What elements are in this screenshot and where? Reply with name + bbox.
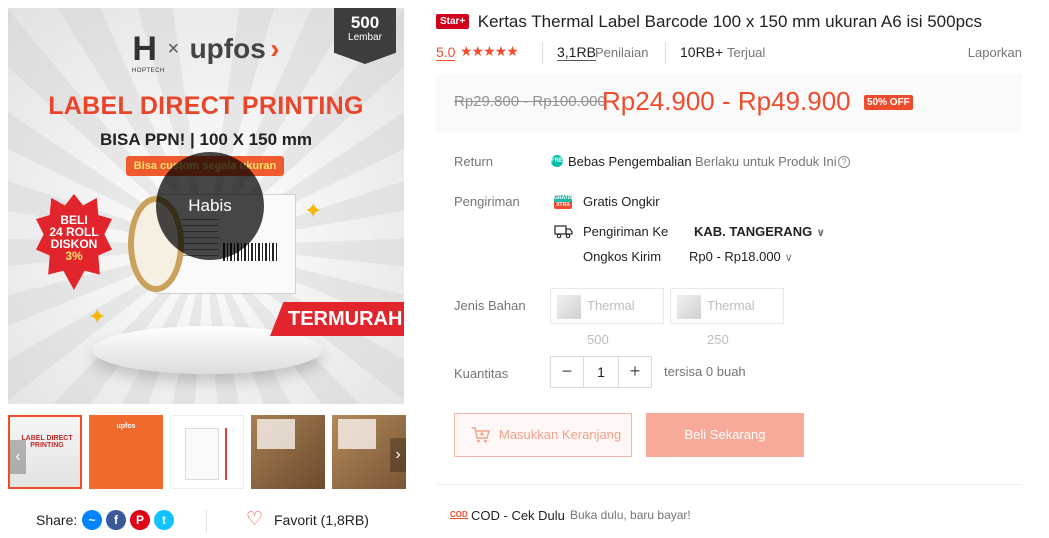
free-shipping-icon: GRATIS XTRA (554, 195, 573, 209)
free-return-icon: FREE (551, 155, 567, 167)
rating-value[interactable]: 5.0 (436, 44, 456, 61)
thumbnail-5[interactable]: › (332, 415, 406, 489)
thumbnail-4[interactable] (251, 415, 325, 489)
help-icon[interactable]: ? (838, 156, 850, 168)
product-stats: 5.0 ★★★★★ 3,1RB Penilaian 10RB+ Terjual … (436, 42, 1022, 64)
section-divider (436, 484, 1022, 485)
sparkle-icon: ✦ (304, 198, 323, 223)
quantity-stepper: − 1 + (550, 356, 652, 388)
thumbnail-caption: upfos (116, 423, 136, 430)
report-link[interactable]: Laporkan (968, 45, 1022, 60)
cod-icon: COD (450, 510, 468, 519)
stats-divider (665, 42, 666, 64)
review-label: Penilaian (595, 45, 649, 60)
star-plus-badge: Star+ (436, 14, 470, 29)
hoptech-logo-mark: H (132, 30, 157, 68)
return-note: Berlaku untuk Produk Ini (695, 154, 837, 169)
variant-option-thermal-500[interactable]: Thermal 500 (550, 288, 664, 347)
sheet-count-number: 500 (350, 13, 380, 32)
current-price: Rp24.900 - Rp49.900 (602, 86, 851, 116)
return-title: Bebas Pengembalian (568, 154, 692, 169)
main-product-image[interactable]: 500 Lembar H × upfos › HOPTECH LABEL DIR… (8, 8, 404, 404)
variant-option-label: Thermal 250 (707, 298, 755, 347)
twitter-icon[interactable]: t (154, 510, 174, 530)
share-divider (206, 510, 207, 532)
cart-icon (472, 427, 490, 443)
cod-subtitle: Buka dulu, baru bayar! (570, 508, 691, 522)
sold-out-overlay: Habis (156, 152, 264, 260)
variant-option-thermal-250[interactable]: Thermal 250 (670, 288, 784, 347)
price-box: Rp29.800 - Rp100.000 Rp24.900 - Rp49.900… (436, 74, 1022, 132)
share-favorite-row: Share: ~ f P t ♡ Favorit (1,8RB) (8, 508, 404, 538)
ship-to-label: Pengiriman Ke (583, 224, 669, 239)
discount-badge: 50% OFF (864, 95, 913, 110)
thumbnail-prev-arrow[interactable]: ‹ (10, 440, 26, 474)
chevron-down-icon: ∨ (784, 252, 793, 264)
brand-logos: H × upfos › HOPTECH (8, 30, 404, 74)
heart-icon[interactable]: ♡ (246, 510, 263, 530)
thumbnail-3[interactable] (170, 415, 244, 489)
quantity-input[interactable]: 1 (583, 357, 619, 387)
ship-to-value: KAB. TANGERANG (694, 224, 813, 239)
logo-times-sign: × (167, 37, 180, 60)
add-to-cart-label: Masukkan Keranjang (499, 427, 622, 442)
sold-label: Terjual (727, 45, 766, 60)
upfos-logo-text: upfos (189, 33, 266, 64)
chevron-down-icon: ∨ (816, 227, 826, 239)
quantity-increase-button[interactable]: + (619, 357, 651, 387)
shipping-cost-dropdown[interactable]: Rp0 - Rp18.000 ∨ (689, 249, 793, 264)
variant-thumbnail (557, 295, 581, 319)
messenger-icon[interactable]: ~ (82, 510, 102, 530)
dimension-marker (225, 428, 227, 480)
pinterest-icon[interactable]: P (130, 510, 150, 530)
free-shipping-label: Gratis Ongkir (583, 194, 660, 209)
share-label: Share: (36, 512, 78, 528)
upfos-logo-chevron: › (270, 33, 280, 64)
sparkle-icon: ✦ (88, 304, 107, 329)
variant-thumbnail (677, 295, 701, 319)
return-label: Return (454, 154, 494, 169)
facebook-icon[interactable]: f (106, 510, 126, 530)
variant-option-label: Thermal 500 (587, 298, 635, 347)
variant-label: Jenis Bahan (454, 298, 526, 313)
quantity-decrease-button[interactable]: − (551, 357, 583, 387)
product-gallery: 500 Lembar H × upfos › HOPTECH LABEL DIR… (8, 8, 406, 489)
box-label-note (338, 419, 376, 449)
box-label-note (257, 419, 295, 449)
label-size-sketch (185, 428, 219, 480)
promo-text: BELI 24 ROLL DISKON 3% (36, 214, 112, 262)
favorite-label[interactable]: Favorit (1,8RB) (274, 512, 369, 528)
cod-title: COD - Cek Dulu (471, 508, 565, 523)
image-subline: BISA PPN! | 100 X 150 mm (100, 130, 312, 149)
buy-now-button[interactable]: Beli Sekarang (646, 413, 804, 457)
image-headline: LABEL DIRECT PRINTING (48, 92, 364, 120)
sold-count: 10RB+ (680, 44, 724, 60)
hoptech-logo-sub: HOPTECH (132, 68, 165, 74)
cheapest-ribbon: TERMURAH (270, 302, 404, 336)
stock-remaining: tersisa 0 buah (664, 364, 746, 379)
thumbnail-1[interactable]: LABEL DIRECT PRINTING ‹ (8, 415, 82, 489)
shipping-cost-label: Ongkos Kirim (583, 249, 662, 264)
original-price: Rp29.800 - Rp100.000 (454, 93, 606, 110)
thumbnail-2[interactable]: upfos (89, 415, 163, 489)
quantity-label: Kuantitas (454, 366, 509, 381)
stats-divider (542, 42, 543, 64)
thumbnail-strip: LABEL DIRECT PRINTING ‹ upfos › (8, 412, 406, 492)
product-title: Kertas Thermal Label Barcode 100 x 150 m… (477, 12, 983, 31)
truck-icon (554, 225, 573, 239)
thumbnail-next-arrow[interactable]: › (390, 438, 406, 472)
shipping-cost-value: Rp0 - Rp18.000 (689, 249, 781, 264)
review-count[interactable]: 3,1RB (557, 44, 596, 61)
product-title-row: Star+ Kertas Thermal Label Barcode 100 x… (436, 12, 1022, 32)
ship-to-location-dropdown[interactable]: KAB. TANGERANG ∨ (694, 224, 825, 239)
promo-line-4: 3% (65, 249, 83, 263)
shipping-label: Pengiriman (454, 194, 520, 209)
rating-stars-icon: ★★★★★ (460, 43, 519, 59)
add-to-cart-button[interactable]: Masukkan Keranjang (454, 413, 632, 457)
